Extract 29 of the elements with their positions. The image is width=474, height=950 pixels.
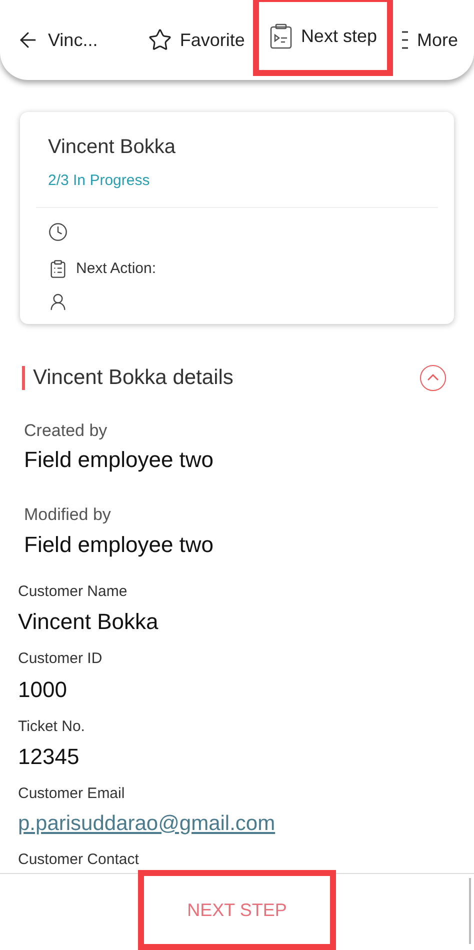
field-value: 12345 <box>18 743 80 771</box>
clipboard-play-icon <box>268 23 293 49</box>
field-label: Customer Name <box>18 582 128 602</box>
more-icon <box>400 29 409 51</box>
field-label: Created by <box>24 420 108 442</box>
card-title: Vincent Bokka <box>48 135 176 160</box>
field-label: Customer Email <box>18 784 126 804</box>
status-text: 2/3 In Progress <box>48 171 151 191</box>
email-link[interactable]: p.parisuddarao@gmail.com <box>18 808 276 839</box>
field-label: Customer Contact <box>18 850 140 870</box>
toolbar-button[interactable]: Favorite <box>140 0 253 80</box>
field-label: Modified by <box>24 504 112 526</box>
clipboard-icon <box>48 258 68 279</box>
field-value: Field employee two <box>24 446 215 474</box>
field-label: Ticket No. <box>18 716 86 736</box>
next-action-label: Next Action: <box>76 258 156 278</box>
toolbar-button[interactable]: More <box>392 0 466 80</box>
field-label: Customer ID <box>18 649 104 669</box>
field-value: Field employee two <box>24 530 215 559</box>
clock-icon <box>48 222 68 242</box>
collapse-button[interactable] <box>420 364 446 391</box>
toolbar-button[interactable]: Vinc... <box>8 0 106 80</box>
field-value: Vincent Bokka <box>18 608 160 636</box>
section-title: Vincent Bokka details <box>33 365 234 391</box>
field-value: 1000 <box>18 676 68 704</box>
star-icon <box>148 28 172 52</box>
toolbar-button[interactable]: Next step <box>252 0 393 76</box>
chevron-up-icon <box>427 374 439 382</box>
person-icon <box>48 292 68 312</box>
